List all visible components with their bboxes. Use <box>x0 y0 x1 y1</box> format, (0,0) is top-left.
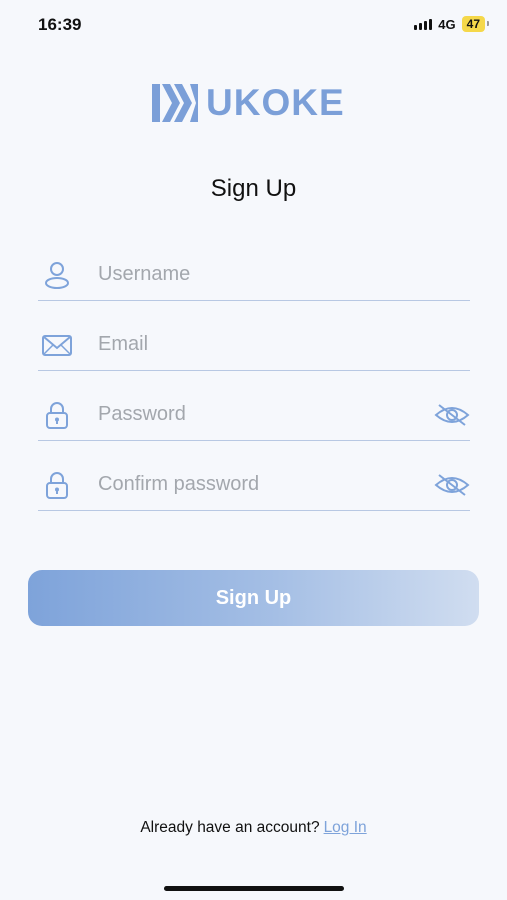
envelope-icon <box>42 335 72 356</box>
username-input[interactable] <box>98 256 418 292</box>
status-bar: 16:39 4G 47 <box>0 0 507 50</box>
username-field[interactable] <box>38 244 470 301</box>
home-indicator[interactable] <box>164 886 344 891</box>
email-field[interactable] <box>38 314 470 371</box>
battery-icon: 47 <box>461 16 490 32</box>
login-prompt: Already have an account? Log In <box>0 819 507 837</box>
signal-icon <box>414 18 433 30</box>
ukoke-logo-icon <box>152 84 198 122</box>
lock-icon <box>46 402 68 429</box>
user-icon <box>45 262 69 289</box>
status-time: 16:39 <box>38 15 82 34</box>
log-in-link[interactable]: Log In <box>324 819 367 836</box>
lock-icon <box>46 472 68 499</box>
eye-icon[interactable] <box>434 402 470 428</box>
network-label: 4G <box>438 16 456 32</box>
email-input[interactable] <box>98 326 418 362</box>
eye-icon[interactable] <box>434 472 470 498</box>
sign-up-button[interactable]: Sign Up <box>28 570 479 626</box>
password-field[interactable] <box>38 384 470 441</box>
status-indicators: 4G 47 <box>414 16 490 32</box>
confirm-password-field[interactable] <box>38 454 470 511</box>
login-prompt-text: Already have an account? <box>140 819 320 836</box>
ukoke-logo: UKOKE <box>152 82 362 124</box>
confirm-password-input[interactable] <box>98 466 418 502</box>
logo-text: UKOKE <box>206 82 345 123</box>
page-title: Sign Up <box>210 175 297 202</box>
password-input[interactable] <box>98 396 418 432</box>
